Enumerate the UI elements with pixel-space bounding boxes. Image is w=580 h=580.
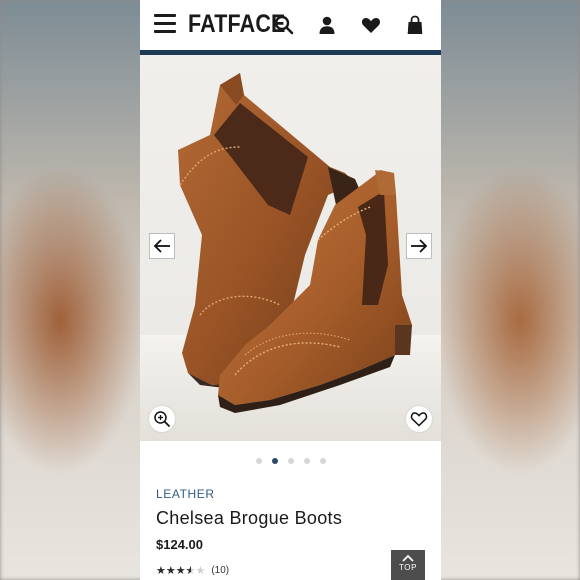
shopping-bag-icon[interactable] [404, 14, 426, 36]
product-image [140, 73, 441, 441]
add-to-wishlist-button[interactable] [406, 406, 432, 432]
carousel-dot[interactable] [303, 458, 310, 464]
mobile-product-page: FATFACE LEATHER Chelsea Brogue Boots $12… [140, 0, 441, 580]
carousel-dot[interactable] [319, 458, 326, 464]
star-rating: ★★★★★ ★★★★★ [156, 565, 206, 577]
site-header: FATFACE [140, 0, 441, 50]
zoom-in-icon [154, 411, 171, 428]
product-image-gallery[interactable] [140, 55, 441, 441]
carousel-pagination [140, 451, 441, 464]
heart-outline-icon [410, 412, 428, 427]
back-to-top-label: TOP [398, 563, 418, 572]
brand-logo[interactable]: FATFACE [188, 10, 286, 38]
arrow-right-icon [411, 239, 428, 253]
zoom-button[interactable] [149, 406, 175, 432]
carousel-dot[interactable] [255, 458, 262, 464]
carousel-dot[interactable] [287, 458, 294, 464]
product-price: $124.00 [156, 537, 203, 552]
product-rating[interactable]: ★★★★★ ★★★★★ (10) [156, 565, 229, 577]
heart-icon[interactable] [360, 14, 382, 36]
back-to-top-button[interactable]: TOP [391, 550, 425, 580]
next-image-button[interactable] [406, 233, 432, 259]
hamburger-menu-icon[interactable] [154, 13, 176, 35]
account-icon[interactable] [316, 14, 338, 36]
chevron-up-icon [402, 554, 414, 562]
previous-image-button[interactable] [149, 233, 175, 259]
carousel-dot-active[interactable] [271, 458, 278, 464]
product-category[interactable]: LEATHER [156, 487, 215, 501]
arrow-left-icon [153, 239, 170, 253]
product-title: Chelsea Brogue Boots [156, 508, 343, 528]
review-count[interactable]: (10) [211, 565, 229, 577]
search-icon[interactable] [273, 14, 295, 36]
